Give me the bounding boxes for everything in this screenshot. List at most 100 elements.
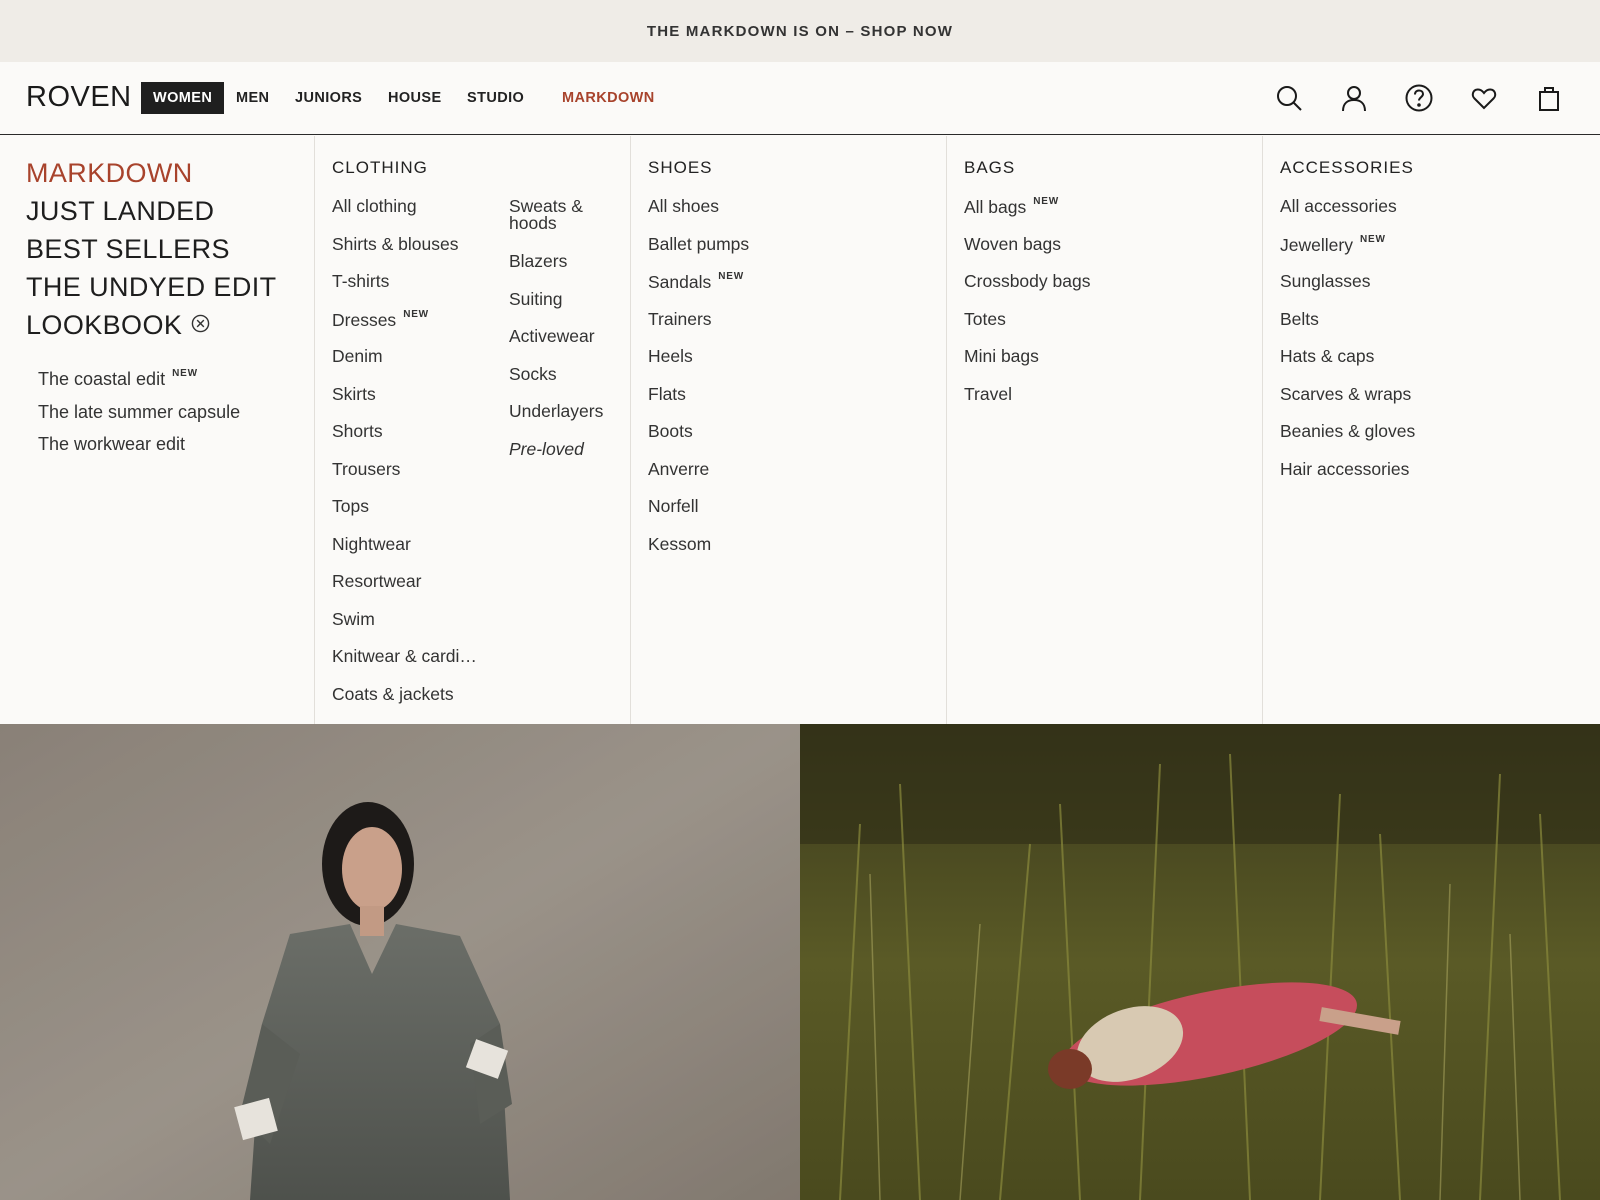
menu-link[interactable]: All clothing: [332, 196, 417, 217]
featured-undyed-edit[interactable]: THE UNDYED EDIT: [26, 272, 277, 303]
menu-link-label: Nightwear: [332, 533, 411, 554]
brand-logo[interactable]: ROVEN: [26, 81, 132, 114]
hero-image-left[interactable]: [0, 724, 800, 1200]
menu-link[interactable]: Dresses NEW: [332, 309, 429, 331]
menu-link[interactable]: All bags NEW: [964, 196, 1059, 218]
menu-link[interactable]: Trainers: [648, 309, 712, 330]
heart-icon[interactable]: [1468, 82, 1500, 114]
menu-link[interactable]: Coats & jackets: [332, 684, 454, 705]
menu-link-label: Scarves & wraps: [1280, 383, 1412, 404]
menu-link[interactable]: Hair accessories: [1280, 459, 1409, 480]
menu-link[interactable]: Tops: [332, 496, 369, 517]
nav-markdown[interactable]: MARKDOWN: [562, 82, 655, 114]
shopping-bag-icon[interactable]: [1533, 82, 1565, 114]
menu-link[interactable]: Hats & caps: [1280, 346, 1374, 367]
nav-men[interactable]: MEN: [236, 82, 269, 114]
menu-link[interactable]: Underlayers: [509, 401, 603, 422]
lookbook-link[interactable]: The coastal edit NEW: [38, 368, 198, 390]
menu-link-label: Crossbody bags: [964, 271, 1091, 291]
menu-link-label: All shoes: [648, 196, 720, 216]
menu-link-label: Blazers: [509, 251, 568, 271]
accessories-column: ACCESSORIES All accessories Jewellery NEW S…: [1262, 136, 1600, 724]
announcement-bar[interactable]: THE MARKDOWN IS ON – SHOP NOW: [0, 0, 1600, 62]
featured-column: MARKDOWN JUST LANDED BEST SELLERS THE UN…: [0, 136, 314, 724]
menu-link[interactable]: Trousers: [332, 459, 400, 480]
bags-heading: BAGS: [964, 158, 1016, 177]
menu-link[interactable]: Shirts & blouses: [332, 234, 458, 255]
menu-link[interactable]: Blazers: [509, 251, 567, 272]
menu-link[interactable]: Knitwear & cardi…: [332, 646, 477, 667]
accessories-heading: ACCESSORIES: [1280, 158, 1414, 177]
menu-link-line: hoods: [509, 213, 557, 233]
account-icon[interactable]: [1338, 82, 1370, 114]
new-badge: NEW: [172, 368, 198, 379]
menu-link-label: Shirts & blouses: [332, 233, 459, 254]
menu-link-label: Ballet pumps: [648, 233, 750, 254]
menu-link-label: Hair accessories: [1280, 458, 1410, 479]
menu-link[interactable]: T-shirts: [332, 271, 389, 292]
menu-link-label: Anverre: [648, 458, 710, 479]
featured-lookbook[interactable]: LOOKBOOK: [26, 310, 210, 341]
menu-link[interactable]: Pre-loved: [509, 439, 584, 460]
lookbook-label: LOOKBOOK: [26, 310, 183, 340]
collapse-icon[interactable]: [191, 314, 210, 333]
menu-link[interactable]: Heels: [648, 346, 693, 367]
menu-link[interactable]: Activewear: [509, 326, 595, 347]
menu-link-label: Tops: [332, 496, 369, 516]
menu-link[interactable]: Beanies & gloves: [1280, 421, 1415, 442]
menu-link-label: Trousers: [332, 458, 401, 479]
menu-link-label: Hats & caps: [1280, 346, 1375, 366]
menu-link[interactable]: Socks: [509, 364, 557, 385]
menu-link-label: Totes: [964, 308, 1006, 329]
menu-link[interactable]: Flats: [648, 384, 686, 405]
menu-link[interactable]: Belts: [1280, 309, 1319, 330]
featured-just-landed[interactable]: JUST LANDED: [26, 196, 214, 227]
lookbook-link[interactable]: The late summer capsule: [38, 402, 240, 423]
announcement-text[interactable]: THE MARKDOWN IS ON – SHOP NOW: [647, 23, 953, 40]
menu-link[interactable]: Nightwear: [332, 534, 411, 555]
bags-column: BAGS All bags NEW Woven bags Crossbody bags…: [946, 136, 1262, 724]
menu-link[interactable]: Ballet pumps: [648, 234, 749, 255]
menu-link[interactable]: Suiting: [509, 289, 563, 310]
menu-link[interactable]: Crossbody bags: [964, 271, 1090, 292]
menu-link-label: Mini bags: [964, 346, 1039, 366]
menu-link[interactable]: All shoes: [648, 196, 719, 217]
menu-link[interactable]: Jewellery NEW: [1280, 234, 1386, 256]
menu-link[interactable]: Travel: [964, 384, 1012, 405]
help-icon[interactable]: [1403, 82, 1435, 114]
search-icon[interactable]: [1273, 82, 1305, 114]
menu-link[interactable]: Resortwear: [332, 571, 421, 592]
nav-studio[interactable]: STUDIO: [467, 82, 524, 114]
menu-link[interactable]: Boots: [648, 421, 693, 442]
clothing-column: CLOTHING All clothing Shirts & blouses T-s…: [314, 136, 630, 724]
menu-link-label: Underlayers: [509, 401, 604, 421]
menu-link-label: Woven bags: [964, 233, 1061, 254]
menu-link-label: Denim: [332, 346, 383, 366]
menu-link[interactable]: Mini bags: [964, 346, 1039, 367]
menu-link-label: All bags: [964, 197, 1027, 217]
menu-link[interactable]: Scarves & wraps: [1280, 384, 1411, 405]
hero-image-right[interactable]: [800, 724, 1600, 1200]
menu-link[interactable]: Sweats & hoods: [509, 197, 583, 233]
lookbook-link[interactable]: The workwear edit: [38, 434, 185, 455]
menu-link-label: T-shirts: [332, 271, 390, 291]
menu-link[interactable]: Denim: [332, 346, 383, 367]
menu-link[interactable]: Anverre: [648, 459, 709, 480]
menu-link[interactable]: Norfell: [648, 496, 699, 517]
menu-link[interactable]: Sandals NEW: [648, 271, 744, 293]
nav-house[interactable]: HOUSE: [388, 82, 442, 114]
menu-link[interactable]: Totes: [964, 309, 1006, 330]
nav-juniors[interactable]: JUNIORS: [295, 82, 362, 114]
menu-link[interactable]: Shorts: [332, 421, 383, 442]
featured-markdown[interactable]: MARKDOWN: [26, 158, 193, 189]
menu-link[interactable]: All accessories: [1280, 196, 1397, 217]
menu-link[interactable]: Swim: [332, 609, 375, 630]
menu-link[interactable]: Kessom: [648, 534, 711, 555]
menu-link-label: Sunglasses: [1280, 271, 1371, 291]
featured-best-sellers[interactable]: BEST SELLERS: [26, 234, 230, 265]
nav-women[interactable]: WOMEN: [141, 82, 225, 114]
menu-link[interactable]: Skirts: [332, 384, 376, 405]
menu-link[interactable]: Sunglasses: [1280, 271, 1370, 292]
menu-link[interactable]: Woven bags: [964, 234, 1061, 255]
lookbook-link-label: The coastal edit: [38, 369, 166, 389]
